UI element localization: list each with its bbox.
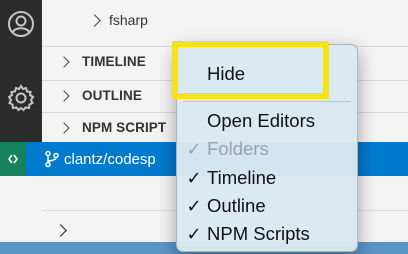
chevron-right-icon	[58, 55, 70, 68]
checkmark-icon: ✓	[186, 167, 202, 188]
menu-item-folders: ✓ Folders	[177, 135, 357, 163]
git-branch-icon	[45, 150, 59, 168]
checkmark-icon: ✓	[186, 195, 202, 216]
highlight-annotation	[172, 41, 329, 99]
checkmark-icon: ✓	[186, 138, 202, 159]
branch-indicator[interactable]: clantz/codesp	[44, 142, 156, 176]
chevron-right-icon	[88, 13, 101, 27]
menu-item-outline[interactable]: ✓ Outline	[177, 192, 357, 220]
activity-bar	[0, 0, 42, 142]
gear-icon[interactable]	[0, 74, 42, 122]
menu-item-label: NPM Scripts	[207, 223, 310, 244]
chevron-right-icon	[58, 121, 70, 134]
chevron-right-icon[interactable]	[54, 224, 67, 237]
section-label: TIMELINE	[82, 54, 146, 69]
menu-item-npm-scripts[interactable]: ✓ NPM Scripts	[177, 220, 357, 248]
menu-item-label: Outline	[207, 195, 266, 216]
section-label: OUTLINE	[82, 88, 142, 103]
remote-indicator-button[interactable]	[0, 142, 26, 176]
menu-item-timeline[interactable]: ✓ Timeline	[177, 164, 357, 192]
chevron-right-icon	[58, 89, 70, 102]
account-icon[interactable]	[0, 0, 42, 48]
branch-name: clantz/codesp	[64, 150, 156, 168]
menu-item-label: Open Editors	[207, 110, 315, 131]
menu-separator	[183, 101, 351, 102]
tree-item-fsharp[interactable]: fsharp	[42, 8, 408, 32]
menu-item-label: Timeline	[207, 167, 277, 188]
checkmark-icon: ✓	[186, 223, 202, 244]
menu-item-label: Folders	[207, 138, 269, 159]
section-label: NPM SCRIPT	[82, 120, 167, 135]
tree-item-label: fsharp	[109, 12, 148, 28]
menu-item-open-editors[interactable]: Open Editors	[177, 107, 357, 135]
remote-icon	[8, 154, 18, 164]
